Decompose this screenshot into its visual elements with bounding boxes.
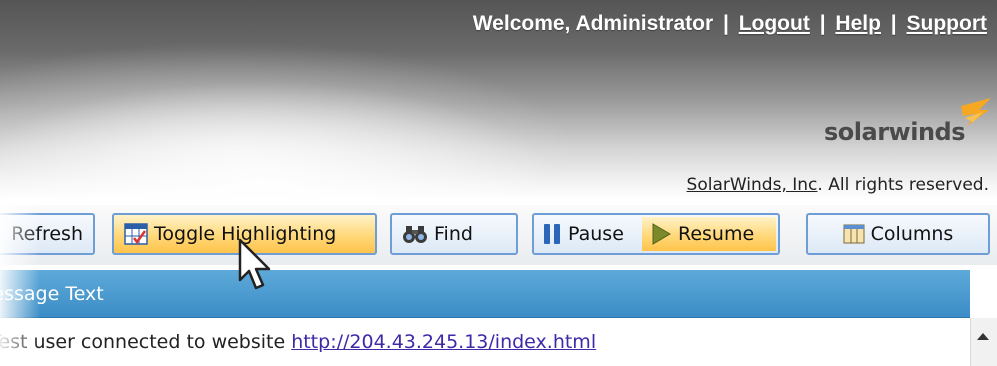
nav-separator: | xyxy=(722,12,729,35)
logout-link[interactable]: Logout xyxy=(739,12,810,35)
scroll-up-arrow-icon[interactable] xyxy=(977,333,989,340)
refresh-button-label: Refresh xyxy=(11,223,83,245)
binoculars-icon xyxy=(402,223,428,245)
column-header-message-text[interactable]: Message Text xyxy=(0,283,104,305)
pause-resume-group: Pause Resume xyxy=(532,213,780,255)
toolbar: Refresh Toggle Highlighting Find Pause R… xyxy=(0,205,997,265)
pause-icon xyxy=(542,222,562,246)
refresh-button[interactable]: Refresh xyxy=(0,213,95,255)
find-button[interactable]: Find xyxy=(390,213,518,255)
nav-separator: | xyxy=(890,12,897,35)
columns-button[interactable]: Columns xyxy=(806,213,990,255)
solarwinds-logo-text: solarwinds xyxy=(824,118,965,146)
message-prefix: Test user connected to website xyxy=(0,331,286,353)
columns-button-label: Columns xyxy=(870,223,954,245)
pause-button[interactable]: Pause xyxy=(534,217,638,251)
mouse-cursor xyxy=(238,238,271,290)
header-swoosh xyxy=(0,40,580,200)
find-button-label: Find xyxy=(434,223,473,245)
solarwinds-logo-icon xyxy=(961,98,991,126)
vertical-scrollbar[interactable] xyxy=(970,318,997,366)
header-banner: Welcome, Administrator | Logout | Help |… xyxy=(0,0,997,200)
copyright: SolarWinds, Inc. All rights reserved. xyxy=(687,175,989,195)
copyright-company-link[interactable]: SolarWinds, Inc xyxy=(687,175,818,195)
support-link[interactable]: Support xyxy=(907,12,987,35)
message-text-cell: Test user connected to website http://204… xyxy=(0,331,596,353)
welcome-text: Welcome, Administrator xyxy=(472,12,714,35)
user-nav: Welcome, Administrator | Logout | Help |… xyxy=(473,12,987,36)
columns-icon xyxy=(843,224,865,244)
nav-separator: | xyxy=(819,12,826,35)
resume-button-label: Resume xyxy=(678,223,755,245)
pause-button-label: Pause xyxy=(568,223,624,245)
website-link[interactable]: http://204.43.245.13/index.html xyxy=(291,331,596,353)
resume-button[interactable]: Resume xyxy=(642,217,776,251)
table-header: Message Text xyxy=(0,270,970,318)
copyright-text: . All rights reserved. xyxy=(817,175,989,195)
play-icon xyxy=(650,222,672,246)
toggle-highlighting-icon xyxy=(124,223,148,245)
table-row[interactable]: Test user connected to website http://204… xyxy=(0,318,970,366)
help-link[interactable]: Help xyxy=(835,12,881,35)
